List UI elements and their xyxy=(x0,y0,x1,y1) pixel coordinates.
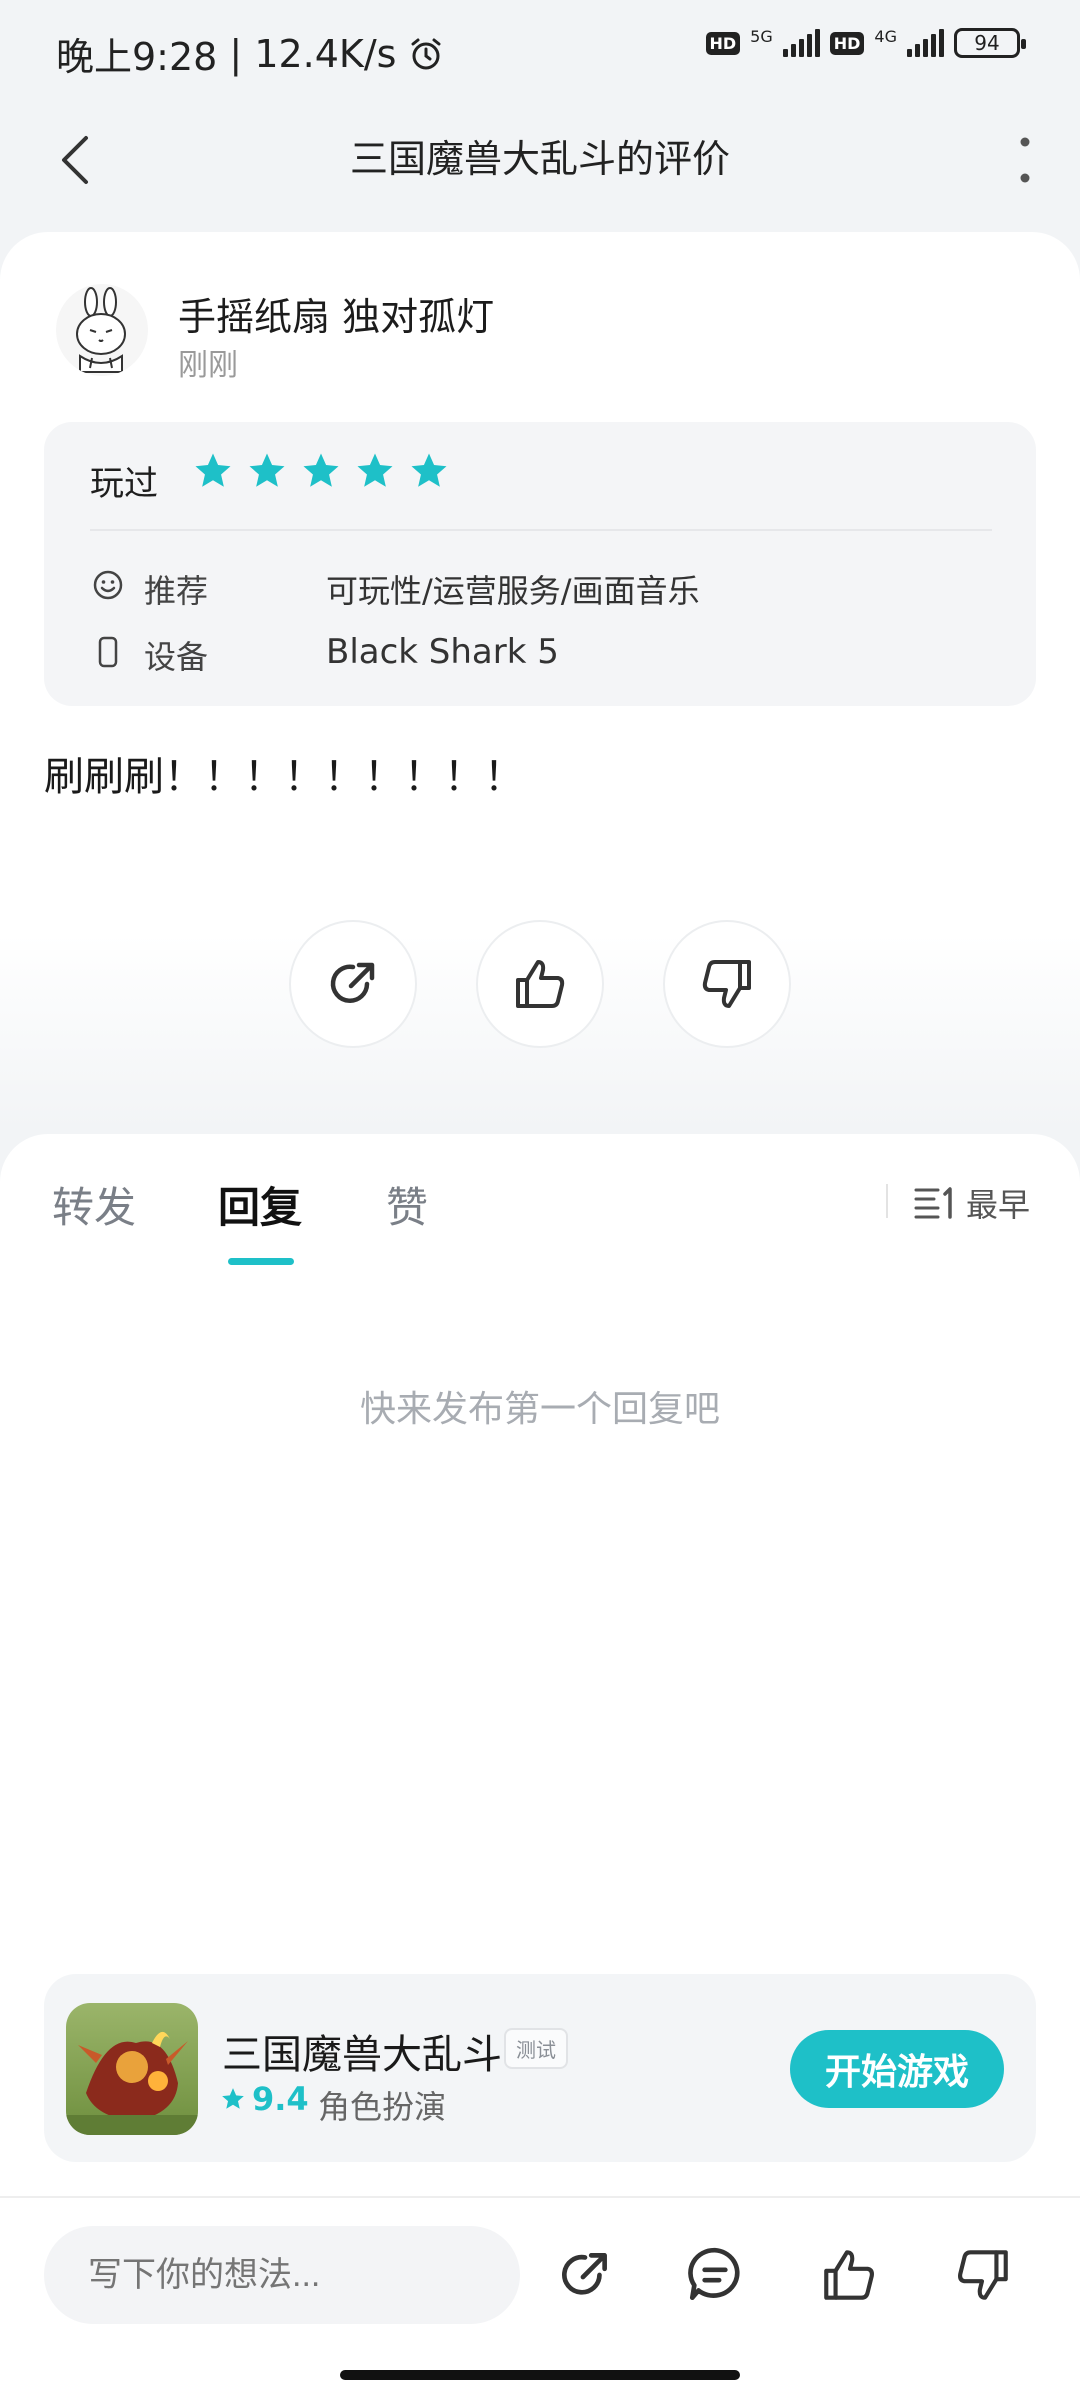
tab-reply[interactable]: 回复 xyxy=(218,1174,302,1235)
status-right: HD 5G HD 4G 94 xyxy=(705,26,1026,58)
dislike-button[interactable] xyxy=(663,920,791,1048)
like-button[interactable] xyxy=(476,920,604,1048)
star-icon xyxy=(222,2088,244,2109)
sort-label: 最早 xyxy=(966,1186,1031,1224)
page-title: 三国魔兽大乱斗的评价 xyxy=(349,137,730,181)
empty-replies-text: 快来发布第一个回复吧 xyxy=(359,1389,720,1430)
hd-badge: HD xyxy=(705,31,741,55)
smile-icon xyxy=(93,570,123,600)
tab-forward[interactable]: 转发 xyxy=(52,1174,136,1235)
like-button[interactable] xyxy=(810,2236,888,2314)
comment-icon xyxy=(688,2247,740,2301)
device-value: Black Shark 5 xyxy=(326,632,559,672)
status-bar: 晚上9:28 | 12.4K/s HD 5G HD 4G 94 xyxy=(0,0,1080,100)
share-button[interactable] xyxy=(289,920,417,1048)
thumbs-up-icon xyxy=(516,960,565,1008)
star-icon xyxy=(303,453,339,487)
divider xyxy=(886,1184,888,1218)
more-button[interactable] xyxy=(990,120,1060,200)
recommend-label: 推荐 xyxy=(144,572,209,610)
share-icon xyxy=(330,962,375,1003)
avatar[interactable] xyxy=(56,284,148,376)
game-status-badge: 测试 xyxy=(504,2028,568,2069)
star-icon xyxy=(411,453,447,487)
network-speed: 12.4K/s xyxy=(254,31,397,76)
battery-icon: 94 xyxy=(954,28,1026,58)
game-name[interactable]: 三国魔兽大乱斗 xyxy=(222,2022,502,2080)
tab-active-indicator xyxy=(228,1258,294,1265)
game-rating-value: 9.4 xyxy=(252,2080,309,2118)
review-text: 刷刷刷！！！！！！！！！ xyxy=(44,754,524,800)
recommend-value: 可玩性/运营服务/画面音乐 xyxy=(326,572,700,610)
phone-icon xyxy=(98,636,118,668)
device-label: 设备 xyxy=(144,638,209,676)
network-type: 4G xyxy=(874,26,897,46)
username[interactable]: 手摇纸扇 独对孤灯 xyxy=(178,286,494,341)
home-indicator[interactable] xyxy=(340,2370,740,2380)
star-icon xyxy=(249,453,285,487)
thumbs-down-icon xyxy=(702,960,751,1008)
hd-badge: HD xyxy=(829,31,865,55)
network-type: 5G xyxy=(750,26,773,46)
comment-button[interactable] xyxy=(676,2236,754,2314)
share-button[interactable] xyxy=(546,2236,624,2314)
rabbit-avatar-icon xyxy=(76,287,126,373)
star-icon xyxy=(357,453,393,487)
sort-ascending-icon xyxy=(914,1187,952,1219)
game-rating: 9.4 xyxy=(220,2080,309,2118)
status-separator: | xyxy=(217,31,255,76)
game-art-icon xyxy=(66,2003,198,2135)
signal-icon xyxy=(907,29,944,57)
more-vertical-icon xyxy=(1020,137,1030,183)
share-icon xyxy=(562,2253,607,2295)
start-game-button[interactable]: 开始游戏 xyxy=(790,2030,1004,2108)
alarm-icon xyxy=(411,38,441,69)
thumbs-down-icon xyxy=(958,2250,1008,2300)
status-time: 晚上9:28 xyxy=(56,35,218,79)
played-label: 玩过 xyxy=(90,464,158,504)
star-rating xyxy=(192,450,450,492)
star-icon xyxy=(195,453,231,487)
review-timestamp: 刚刚 xyxy=(178,348,238,383)
game-genre: 角色扮演 xyxy=(318,2088,447,2126)
game-icon[interactable] xyxy=(66,2003,198,2135)
thumbs-up-icon xyxy=(824,2250,874,2300)
battery-level: 94 xyxy=(974,31,1000,55)
status-left: 晚上9:28 | 12.4K/s xyxy=(56,26,444,81)
sort-button[interactable]: 最早 xyxy=(914,1180,1030,1226)
comment-input[interactable] xyxy=(44,2226,520,2324)
signal-icon xyxy=(782,29,820,57)
dislike-button[interactable] xyxy=(944,2236,1022,2314)
tab-like[interactable]: 赞 xyxy=(386,1174,428,1235)
divider xyxy=(90,529,992,531)
